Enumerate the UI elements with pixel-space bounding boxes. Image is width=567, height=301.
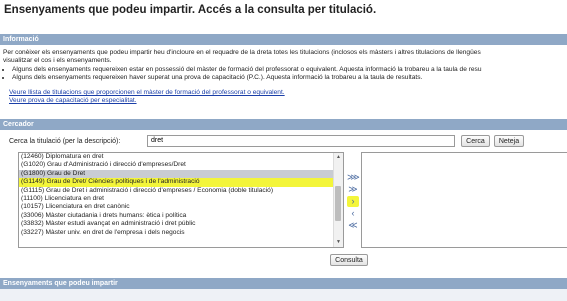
results-list-item[interactable]: (G1800) Grau de Dret [19, 169, 343, 179]
search-input[interactable] [147, 135, 455, 147]
remove-all-button[interactable]: ≪ [347, 220, 359, 231]
results-list-item[interactable]: (G1115) Grau de Dret i administració i d… [19, 187, 343, 195]
scroll-down-icon[interactable]: ▼ [335, 239, 342, 246]
search-button[interactable]: Cerca [461, 135, 490, 147]
selected-titulations-listbox[interactable] [361, 152, 567, 248]
add-all-button[interactable]: ⋙ [347, 172, 360, 183]
info-bullet: Alguns dels ensenyaments requereixen est… [12, 66, 567, 74]
info-panel: Per conèixer els ensenyaments que podeu … [3, 49, 567, 106]
info-intro-line1: Per conèixer els ensenyaments que podeu … [3, 49, 481, 56]
results-listbox[interactable]: (12460) Diplomatura en dret (G1020) Grau … [18, 152, 344, 248]
search-section-header: Cercador [0, 119, 567, 130]
results-list-item[interactable]: (12460) Diplomatura en dret [19, 153, 343, 161]
results-list-item[interactable]: (33006) Màster ciutadania i drets humans… [19, 212, 343, 220]
results-list-item[interactable]: (33832) Màster estudi avançat en adminis… [19, 220, 343, 228]
results-scrollbar[interactable]: ▲ ▼ [333, 153, 343, 247]
results-section-header: Ensenyaments que podeu impartir [0, 278, 567, 289]
capacitation-test-link[interactable]: Veure prova de capacitació per especiali… [9, 97, 567, 105]
info-bullet-list: Alguns dels ensenyaments requereixen est… [3, 66, 567, 83]
consult-button[interactable]: Consulta [330, 254, 368, 266]
scroll-up-icon[interactable]: ▲ [335, 154, 342, 161]
search-label: Cerca la titulació (per la descripció): [9, 138, 121, 145]
results-list-item[interactable]: (10157) Llicenciatura en dret canònic [19, 203, 343, 211]
info-section-header: Informació [0, 34, 567, 45]
master-list-link[interactable]: Veure llista de titulacions que proporci… [9, 89, 567, 97]
info-bullet: Alguns dels ensenyaments requereixen hav… [12, 74, 567, 82]
remove-selected-button[interactable]: ‹ [347, 208, 359, 219]
results-section-body [0, 289, 567, 301]
scroll-thumb[interactable] [335, 186, 341, 221]
add-all-alt-button[interactable]: ≫ [347, 184, 359, 195]
clear-button[interactable]: Neteja [494, 135, 524, 147]
info-links: Veure llista de titulacions que proporci… [3, 89, 567, 106]
results-list-item[interactable]: (G1149) Grau de Dret/ Ciències polítique… [19, 178, 343, 187]
info-intro-line2: visualitzar el cos i els ensenyaments. [3, 57, 112, 65]
results-list-item[interactable]: (11100) Llicenciatura en dret [19, 195, 343, 203]
page-title: Ensenyaments que podeu impartir. Accés a… [4, 4, 377, 16]
results-list-item[interactable]: (G1020) Grau d'Administració i direcció … [19, 161, 343, 169]
results-list: (12460) Diplomatura en dret (G1020) Grau … [19, 153, 343, 237]
results-list-item[interactable]: (33227) Màster univ. en dret de l'empres… [19, 229, 343, 237]
add-selected-button[interactable]: › [347, 196, 359, 207]
